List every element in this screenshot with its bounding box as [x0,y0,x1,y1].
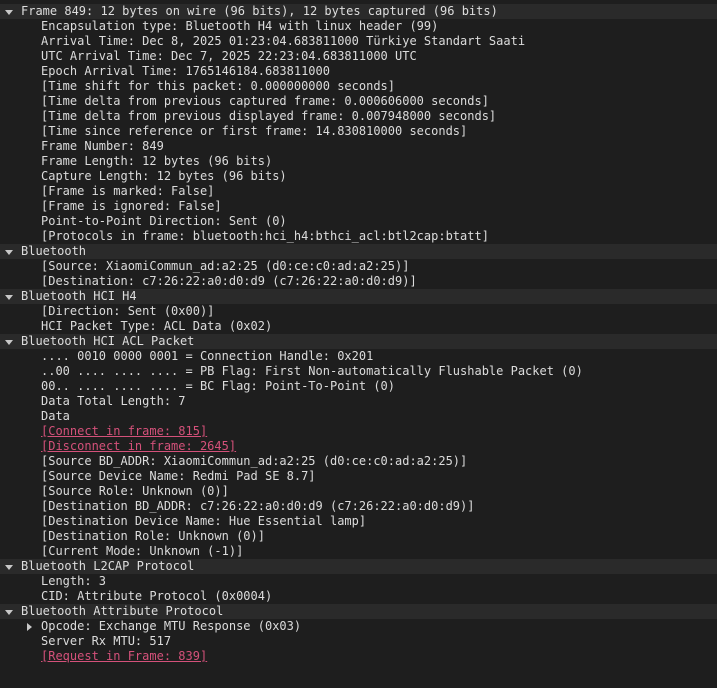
field-pb-flag-row[interactable]: ..00 .... .... .... = PB Flag: First Non… [0,364,717,379]
hci-acl-header: Bluetooth HCI ACL Packet [21,334,195,348]
hci-acl-header-row[interactable]: Bluetooth HCI ACL Packet [0,334,717,349]
field-l2cap-length: Length: 3 [41,574,107,588]
field-frame-number-row[interactable]: Frame Number: 849 [0,139,717,154]
link-disconnect-in-frame-row[interactable]: [Disconnect in frame: 2645] [0,439,717,454]
l2cap-header: Bluetooth L2CAP Protocol [21,559,195,573]
chevron-down-icon[interactable] [4,562,14,572]
field-connection-handle: .... 0010 0000 0001 = Connection Handle:… [41,349,374,363]
field-server-rx-mtu-row[interactable]: Server Rx MTU: 517 [0,634,717,649]
field-p2p-direction-row[interactable]: Point-to-Point Direction: Sent (0) [0,214,717,229]
field-source-device-name: [Source Device Name: Redmi Pad SE 8.7] [41,469,316,483]
field-current-mode-row[interactable]: [Current Mode: Unknown (-1)] [0,544,717,559]
field-bt-destination: [Destination: c7:26:22:a0:d0:d9 (c7:26:2… [41,274,417,288]
link-request-in-frame[interactable]: [Request in Frame: 839] [41,649,207,663]
field-current-mode: [Current Mode: Unknown (-1)] [41,544,244,558]
field-data-total-length-row[interactable]: Data Total Length: 7 [0,394,717,409]
field-data-total-length: Data Total Length: 7 [41,394,186,408]
chevron-down-icon[interactable] [4,7,14,17]
link-request-in-frame-row[interactable]: [Request in Frame: 839] [0,649,717,664]
field-time-since-reference: [Time since reference or first frame: 14… [41,124,468,138]
field-protocols-in-frame: [Protocols in frame: bluetooth:hci_h4:bt… [41,229,489,243]
field-server-rx-mtu: Server Rx MTU: 517 [41,634,172,648]
field-source-bd-addr-row[interactable]: [Source BD_ADDR: XiaomiCommun_ad:a2:25 (… [0,454,717,469]
field-time-delta-displayed: [Time delta from previous displayed fram… [41,109,497,123]
link-connect-in-frame-row[interactable]: [Connect in frame: 815] [0,424,717,439]
field-l2cap-cid: CID: Attribute Protocol (0x0004) [41,589,273,603]
hci-h4-header: Bluetooth HCI H4 [21,289,137,303]
field-frame-length: Frame Length: 12 bytes (96 bits) [41,154,273,168]
field-source-bd-addr: [Source BD_ADDR: XiaomiCommun_ad:a2:25 (… [41,454,468,468]
field-protocols-in-frame-row[interactable]: [Protocols in frame: bluetooth:hci_h4:bt… [0,229,717,244]
field-utc-arrival-time-row[interactable]: UTC Arrival Time: Dec 7, 2025 22:23:04.6… [0,49,717,64]
field-time-delta-captured: [Time delta from previous captured frame… [41,94,489,108]
field-frame-marked-row[interactable]: [Frame is marked: False] [0,184,717,199]
field-pb-flag: ..00 .... .... .... = PB Flag: First Non… [41,364,583,378]
field-data: Data [41,409,70,423]
field-capture-length-row[interactable]: Capture Length: 12 bytes (96 bits) [0,169,717,184]
field-destination-role-row[interactable]: [Destination Role: Unknown (0)] [0,529,717,544]
field-source-role-row[interactable]: [Source Role: Unknown (0)] [0,484,717,499]
field-hci-packet-type-row[interactable]: HCI Packet Type: ACL Data (0x02) [0,319,717,334]
field-l2cap-length-row[interactable]: Length: 3 [0,574,717,589]
field-utc-arrival-time: UTC Arrival Time: Dec 7, 2025 22:23:04.6… [41,49,417,63]
field-epoch-arrival-time-row[interactable]: Epoch Arrival Time: 1765146184.683811000 [0,64,717,79]
field-h4-direction-row[interactable]: [Direction: Sent (0x00)] [0,304,717,319]
chevron-down-icon[interactable] [4,247,14,257]
field-frame-number: Frame Number: 849 [41,139,164,153]
att-header-row[interactable]: Bluetooth Attribute Protocol [0,604,717,619]
field-destination-role: [Destination Role: Unknown (0)] [41,529,265,543]
chevron-down-icon[interactable] [4,607,14,617]
field-destination-bd-addr: [Destination BD_ADDR: c7:26:22:a0:d0:d9 … [41,499,475,513]
field-source-device-name-row[interactable]: [Source Device Name: Redmi Pad SE 8.7] [0,469,717,484]
field-h4-direction: [Direction: Sent (0x00)] [41,304,215,318]
field-arrival-time: Arrival Time: Dec 8, 2025 01:23:04.68381… [41,34,526,48]
field-encapsulation-type-row[interactable]: Encapsulation type: Bluetooth H4 with li… [0,19,717,34]
field-frame-ignored-row[interactable]: [Frame is ignored: False] [0,199,717,214]
l2cap-header-row[interactable]: Bluetooth L2CAP Protocol [0,559,717,574]
field-p2p-direction: Point-to-Point Direction: Sent (0) [41,214,287,228]
field-frame-length-row[interactable]: Frame Length: 12 bytes (96 bits) [0,154,717,169]
field-time-shift: [Time shift for this packet: 0.000000000… [41,79,396,93]
field-capture-length: Capture Length: 12 bytes (96 bits) [41,169,287,183]
chevron-down-icon[interactable] [4,337,14,347]
field-encapsulation-type: Encapsulation type: Bluetooth H4 with li… [41,19,439,33]
bluetooth-header: Bluetooth [21,244,87,258]
field-destination-bd-addr-row[interactable]: [Destination BD_ADDR: c7:26:22:a0:d0:d9 … [0,499,717,514]
field-bt-source: [Source: XiaomiCommun_ad:a2:25 (d0:ce:c0… [41,259,410,273]
field-destination-device-name-row[interactable]: [Destination Device Name: Hue Essential … [0,514,717,529]
field-bc-flag-row[interactable]: 00.. .... .... .... = BC Flag: Point-To-… [0,379,717,394]
field-hci-packet-type: HCI Packet Type: ACL Data (0x02) [41,319,273,333]
link-connect-in-frame[interactable]: [Connect in frame: 815] [41,424,207,438]
field-destination-device-name: [Destination Device Name: Hue Essential … [41,514,367,528]
field-frame-ignored: [Frame is ignored: False] [41,199,222,213]
field-time-delta-displayed-row[interactable]: [Time delta from previous displayed fram… [0,109,717,124]
field-bt-source-row[interactable]: [Source: XiaomiCommun_ad:a2:25 (d0:ce:c0… [0,259,717,274]
frame-header: Frame 849: 12 bytes on wire (96 bits), 1… [21,4,498,18]
field-source-role: [Source Role: Unknown (0)] [41,484,229,498]
field-att-opcode-row[interactable]: Opcode: Exchange MTU Response (0x03) [0,619,717,634]
frame-header-row[interactable]: Frame 849: 12 bytes on wire (96 bits), 1… [0,4,717,19]
field-frame-marked: [Frame is marked: False] [41,184,215,198]
att-header: Bluetooth Attribute Protocol [21,604,224,618]
field-time-delta-captured-row[interactable]: [Time delta from previous captured frame… [0,94,717,109]
hci-h4-header-row[interactable]: Bluetooth HCI H4 [0,289,717,304]
field-l2cap-cid-row[interactable]: CID: Attribute Protocol (0x0004) [0,589,717,604]
chevron-down-icon[interactable] [4,292,14,302]
field-connection-handle-row[interactable]: .... 0010 0000 0001 = Connection Handle:… [0,349,717,364]
field-bt-destination-row[interactable]: [Destination: c7:26:22:a0:d0:d9 (c7:26:2… [0,274,717,289]
field-time-shift-row[interactable]: [Time shift for this packet: 0.000000000… [0,79,717,94]
link-disconnect-in-frame[interactable]: [Disconnect in frame: 2645] [41,439,236,453]
field-att-opcode: Opcode: Exchange MTU Response (0x03) [41,619,302,633]
field-bc-flag: 00.. .... .... .... = BC Flag: Point-To-… [41,379,396,393]
field-arrival-time-row[interactable]: Arrival Time: Dec 8, 2025 01:23:04.68381… [0,34,717,49]
field-epoch-arrival-time: Epoch Arrival Time: 1765146184.683811000 [41,64,330,78]
field-time-since-reference-row[interactable]: [Time since reference or first frame: 14… [0,124,717,139]
chevron-right-icon[interactable] [24,622,34,632]
field-data-row[interactable]: Data [0,409,717,424]
packet-details-tree: Frame 849: 12 bytes on wire (96 bits), 1… [0,0,717,664]
bluetooth-header-row[interactable]: Bluetooth [0,244,717,259]
